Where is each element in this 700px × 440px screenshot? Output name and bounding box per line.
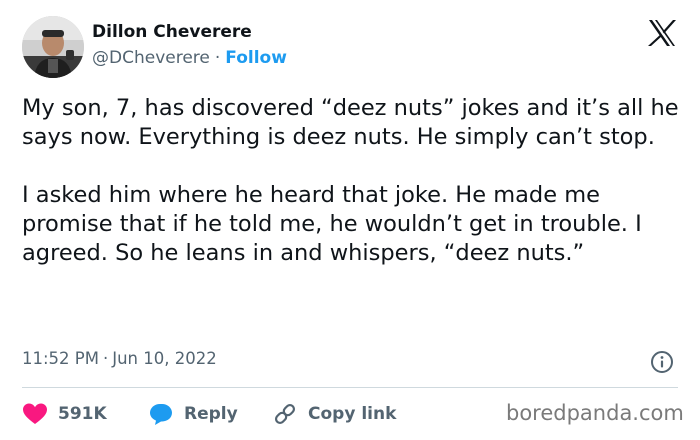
separator-dot: · xyxy=(214,48,221,68)
x-logo-icon[interactable] xyxy=(648,20,676,46)
copy-link-button[interactable]: Copy link xyxy=(272,400,396,428)
author-avatar[interactable] xyxy=(22,16,84,78)
author-handle[interactable]: @DCheverere xyxy=(92,48,210,68)
tweet-time: 11:52 PM xyxy=(22,349,99,368)
like-button[interactable]: 591K xyxy=(22,400,107,428)
reply-button[interactable]: Reply xyxy=(148,400,238,428)
info-icon[interactable] xyxy=(650,350,674,374)
tweet-text: My son, 7, has discovered “deez nuts” jo… xyxy=(22,94,682,268)
divider xyxy=(22,387,678,388)
link-icon xyxy=(274,403,296,425)
author-name[interactable]: Dillon Cheverere xyxy=(92,22,252,42)
reply-label: Reply xyxy=(184,404,238,424)
like-count: 591K xyxy=(58,404,107,424)
tweet-paragraph: I asked him where he heard that joke. He… xyxy=(22,182,642,266)
tweet-timestamp[interactable]: 11:52 PM · Jun 10, 2022 xyxy=(22,349,217,368)
tweet-date: Jun 10, 2022 xyxy=(112,349,217,368)
tweet-paragraph: My son, 7, has discovered “deez nuts” jo… xyxy=(22,95,679,150)
watermark: boredpanda.com xyxy=(506,401,684,425)
chat-bubble-icon xyxy=(150,404,172,425)
separator-dot: · xyxy=(102,349,109,368)
follow-button[interactable]: Follow xyxy=(225,48,287,68)
heart-icon xyxy=(23,403,47,424)
copy-link-label: Copy link xyxy=(308,404,397,424)
author-handle-line: @DCheverere · Follow xyxy=(92,48,287,68)
